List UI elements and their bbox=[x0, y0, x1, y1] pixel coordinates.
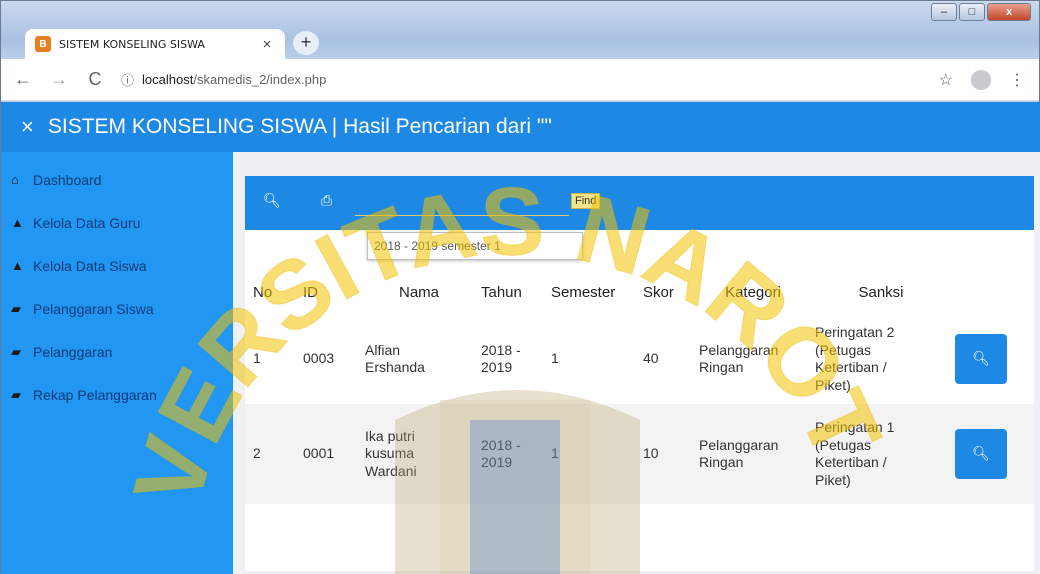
cell-no: 2 bbox=[245, 404, 295, 504]
tab-title: SISTEM KONSELING SISWA bbox=[59, 37, 205, 51]
close-menu-icon[interactable]: × bbox=[21, 114, 34, 140]
cell-id: 0003 bbox=[295, 314, 357, 404]
table-row: 1 0003 Alfian Ershanda 2018 - 2019 1 40 … bbox=[245, 314, 1034, 404]
column-header-semester: Semester bbox=[551, 283, 616, 301]
column-header-action bbox=[947, 270, 1034, 314]
new-tab-button[interactable]: + bbox=[293, 31, 319, 55]
print-icon[interactable]: ⎙ bbox=[321, 192, 332, 209]
find-button[interactable]: Find bbox=[571, 193, 601, 209]
back-arrow-icon[interactable]: ← bbox=[9, 69, 37, 90]
user-icon: ▲ bbox=[11, 258, 24, 273]
cell-kategori: Pelanggaran Ringan bbox=[691, 314, 807, 404]
forward-arrow-icon[interactable]: → bbox=[45, 69, 73, 90]
sidebar: ⌂ Dashboard ▲ Kelola Data Guru ▲ Kelola … bbox=[1, 152, 233, 574]
profile-avatar[interactable] bbox=[971, 69, 991, 90]
book-icon: ▰ bbox=[11, 386, 21, 402]
cell-nama: Ika putri kusuma Wardani bbox=[357, 404, 473, 504]
cell-kategori: Pelanggaran Ringan bbox=[691, 404, 807, 504]
search-icon: 🔍︎ bbox=[972, 350, 990, 367]
url-field[interactable]: ⓘ localhost/skamedis_2/index.php bbox=[121, 70, 939, 89]
view-detail-button[interactable]: 🔍︎ bbox=[955, 429, 1007, 479]
sidebar-item-kelola-data-siswa[interactable]: ▲ Kelola Data Siswa bbox=[1, 244, 233, 287]
menu-dots-icon[interactable]: ⋮ bbox=[1009, 70, 1025, 90]
cell-tahun: 2018 - 2019 bbox=[473, 314, 543, 404]
maximize-button[interactable]: □ bbox=[959, 3, 985, 21]
cell-semester: 1 bbox=[543, 404, 635, 504]
cell-tahun: 2018 - 2019 bbox=[473, 404, 543, 504]
column-header-tahun: Tahun bbox=[481, 283, 522, 301]
app: × SISTEM KONSELING SISWA | Hasil Pencari… bbox=[1, 102, 1040, 574]
cell-sanksi: Peringatan 2 (Petugas Ketertiban / Piket… bbox=[807, 314, 947, 404]
title-bar: B SISTEM KONSELING SISWA × + – □ x bbox=[1, 1, 1039, 59]
bookmark-star-icon[interactable]: ☆ bbox=[939, 70, 953, 90]
window-controls: – □ x bbox=[931, 3, 1031, 21]
cell-skor: 10 bbox=[635, 404, 691, 504]
search-toolbar: 🔍︎ ⎙ Find bbox=[245, 176, 1034, 230]
results-card: 🔍︎ ⎙ Find 2018 - 2019 semester 1 No ID N… bbox=[245, 176, 1034, 571]
view-detail-button[interactable]: 🔍︎ bbox=[955, 334, 1007, 384]
table-row: 2 0001 Ika putri kusuma Wardani 2018 - 2… bbox=[245, 404, 1034, 504]
column-header-kategori: Kategori bbox=[725, 283, 781, 301]
sidebar-item-dashboard[interactable]: ⌂ Dashboard bbox=[1, 158, 233, 201]
results-table: No ID Nama Tahun Semester Skor Kategori … bbox=[245, 270, 1034, 504]
cell-skor: 40 bbox=[635, 314, 691, 404]
search-icon[interactable]: 🔍︎ bbox=[263, 192, 281, 209]
search-icon: 🔍︎ bbox=[972, 445, 990, 462]
sidebar-item-kelola-data-guru[interactable]: ▲ Kelola Data Guru bbox=[1, 201, 233, 244]
app-header: × SISTEM KONSELING SISWA | Hasil Pencari… bbox=[1, 102, 1040, 152]
user-icon: ▲ bbox=[11, 215, 24, 230]
sidebar-item-label: Kelola Data Siswa bbox=[33, 257, 147, 274]
table-header-row: No ID Nama Tahun Semester Skor Kategori … bbox=[245, 270, 1034, 314]
info-icon[interactable]: ⓘ bbox=[121, 70, 134, 89]
cell-nama: Alfian Ershanda bbox=[357, 314, 473, 404]
main-content: 🔍︎ ⎙ Find 2018 - 2019 semester 1 No ID N… bbox=[233, 152, 1040, 574]
sidebar-item-label: Dashboard bbox=[33, 171, 102, 188]
autocomplete-suggestion[interactable]: 2018 - 2019 semester 1 bbox=[367, 232, 583, 260]
search-input[interactable] bbox=[355, 190, 569, 216]
cell-no: 1 bbox=[245, 314, 295, 404]
book-icon: ▰ bbox=[11, 300, 21, 316]
cell-semester: 1 bbox=[543, 314, 635, 404]
favicon-icon: B bbox=[35, 36, 51, 52]
address-bar: ← → C ⓘ localhost/skamedis_2/index.php ☆… bbox=[1, 59, 1039, 101]
browser-tab[interactable]: B SISTEM KONSELING SISWA × bbox=[25, 29, 285, 59]
cell-sanksi: Peringatan 1 (Petugas Ketertiban / Piket… bbox=[807, 404, 947, 504]
sidebar-item-label: Pelanggaran bbox=[33, 343, 113, 360]
browser-window: B SISTEM KONSELING SISWA × + – □ x ← → C… bbox=[0, 0, 1040, 574]
sidebar-item-label: Rekap Pelanggaran bbox=[33, 386, 157, 403]
sidebar-item-label: Pelanggaran Siswa bbox=[33, 300, 154, 317]
page-title: SISTEM KONSELING SISWA | Hasil Pencarian… bbox=[47, 115, 552, 138]
sidebar-item-label: Kelola Data Guru bbox=[33, 214, 141, 231]
sidebar-item-pelanggaran[interactable]: ▰ Pelanggaran bbox=[1, 330, 233, 373]
cell-action: 🔍︎ bbox=[947, 314, 1034, 404]
url-host: localhost bbox=[142, 72, 194, 87]
url-path: /skamedis_2/index.php bbox=[193, 72, 327, 87]
tab-close-icon[interactable]: × bbox=[259, 36, 275, 53]
home-icon: ⌂ bbox=[11, 172, 19, 187]
book-icon: ▰ bbox=[11, 343, 21, 359]
column-header-skor: Skor bbox=[643, 283, 674, 301]
cell-action: 🔍︎ bbox=[947, 404, 1034, 504]
column-header-no: No bbox=[253, 283, 273, 301]
window-close-button[interactable]: x bbox=[987, 3, 1031, 21]
column-header-sanksi: Sanksi bbox=[858, 283, 904, 301]
sidebar-item-rekap-pelanggaran[interactable]: ▰ Rekap Pelanggaran bbox=[1, 373, 233, 416]
column-header-id: ID bbox=[303, 283, 318, 301]
sidebar-item-pelanggaran-siswa[interactable]: ▰ Pelanggaran Siswa bbox=[1, 287, 233, 330]
reload-icon[interactable]: C bbox=[81, 69, 109, 90]
column-header-nama: Nama bbox=[398, 283, 439, 301]
cell-id: 0001 bbox=[295, 404, 357, 504]
minimize-button[interactable]: – bbox=[931, 3, 957, 21]
